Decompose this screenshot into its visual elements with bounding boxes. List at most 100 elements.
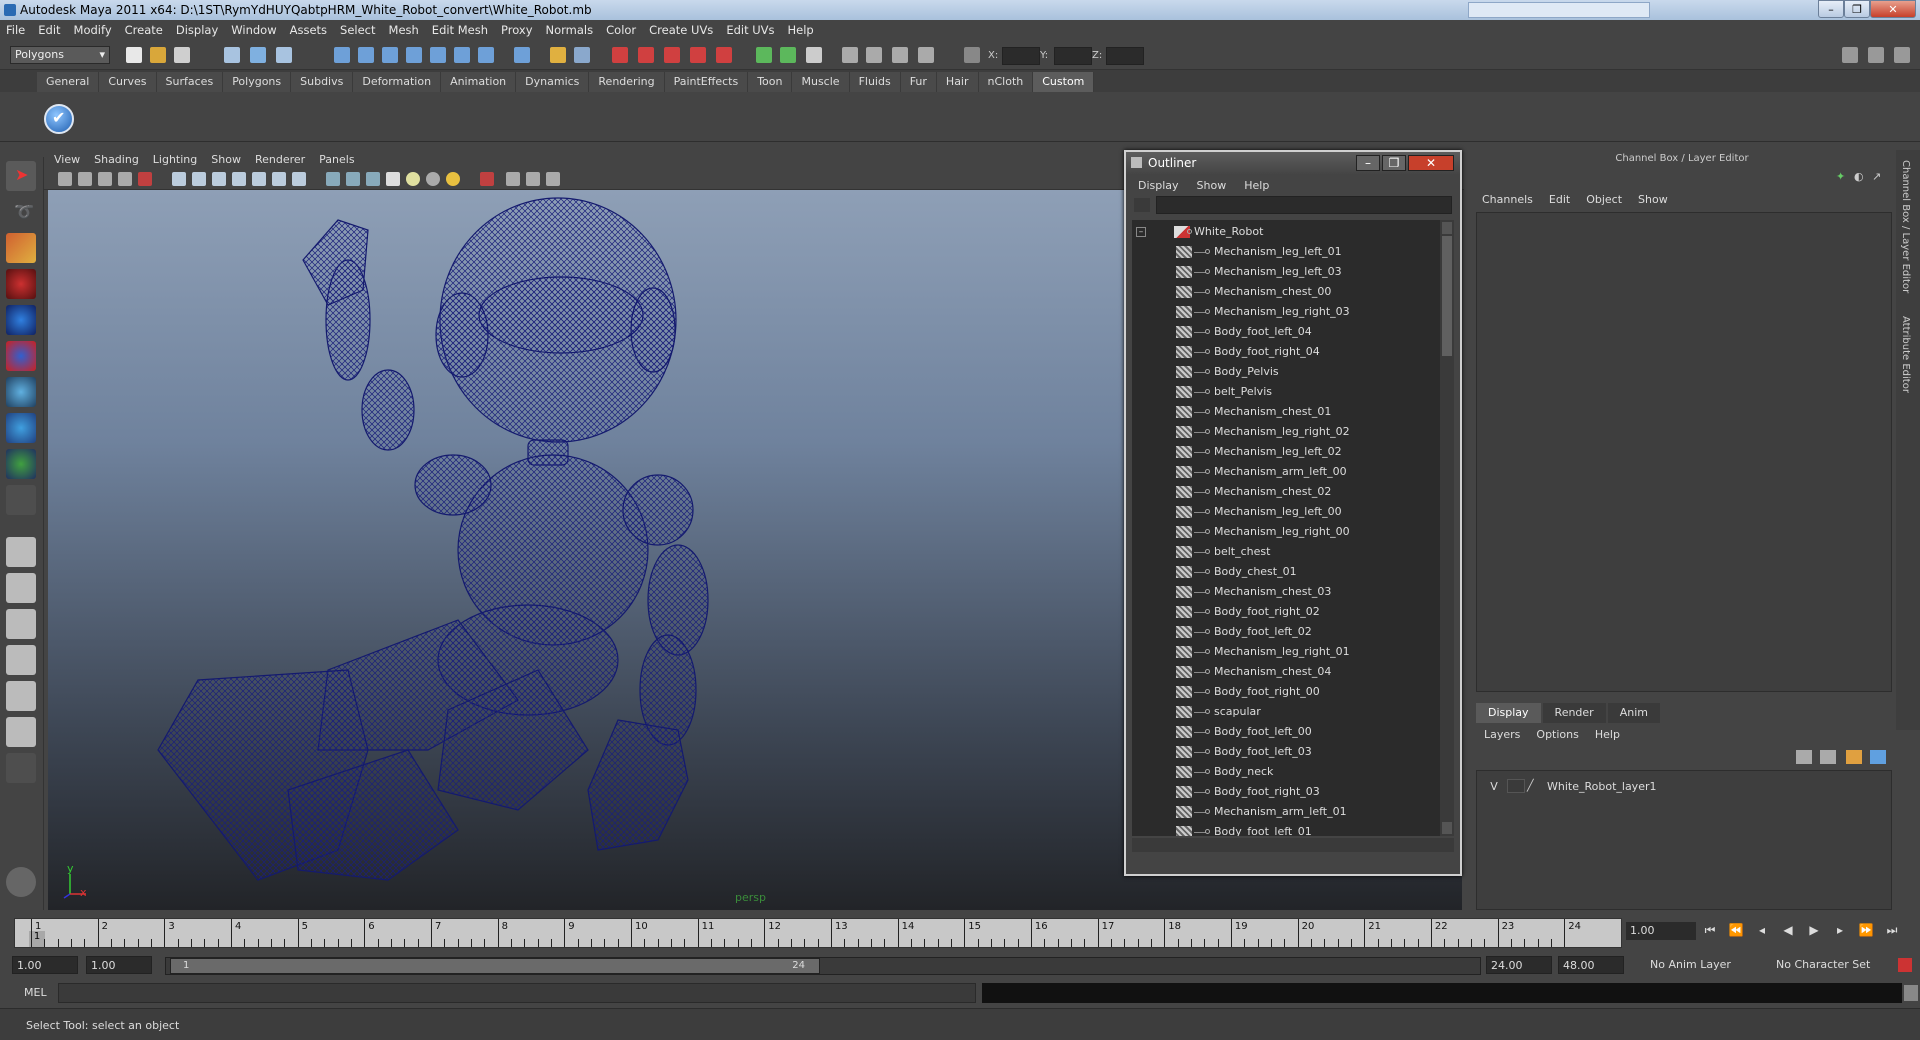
menu-normals[interactable]: Normals bbox=[546, 23, 594, 37]
outliner-item[interactable]: Body_foot_left_03 bbox=[1132, 742, 1432, 762]
shelf-tab-muscle[interactable]: Muscle bbox=[792, 72, 850, 92]
hotbox-icon[interactable] bbox=[6, 867, 36, 897]
menu-create[interactable]: Create bbox=[125, 23, 163, 37]
hypershade-layout-icon[interactable] bbox=[6, 681, 36, 711]
outliner-item[interactable]: Mechanism_chest_04 bbox=[1132, 662, 1432, 682]
soft-mod-tool-icon[interactable] bbox=[6, 413, 36, 443]
collapse-icon[interactable]: – bbox=[1136, 227, 1146, 237]
add-to-layer-icon[interactable] bbox=[1846, 750, 1862, 764]
graph-layout-icon[interactable] bbox=[6, 645, 36, 675]
construction-history-icon[interactable] bbox=[612, 47, 628, 63]
render-frame-icon[interactable] bbox=[638, 47, 654, 63]
scrollbar-thumb[interactable] bbox=[1442, 236, 1452, 356]
outliner-item[interactable]: Mechanism_leg_left_02 bbox=[1132, 442, 1432, 462]
speed-icon[interactable]: ↗ bbox=[1872, 170, 1881, 183]
outliner-item[interactable]: Mechanism_chest_01 bbox=[1132, 402, 1432, 422]
viewport-menu-lighting[interactable]: Lighting bbox=[153, 153, 197, 166]
snap-plane-icon[interactable] bbox=[406, 47, 422, 63]
outliner-menu-help[interactable]: Help bbox=[1244, 179, 1269, 192]
render-settings-icon[interactable] bbox=[690, 47, 706, 63]
outliner-root-item[interactable]: – White_Robot bbox=[1132, 222, 1432, 242]
outliner-close-button[interactable]: ✕ bbox=[1408, 155, 1454, 171]
xray-joints-icon[interactable] bbox=[252, 172, 266, 186]
last-tool-icon[interactable] bbox=[6, 485, 36, 515]
character-set-selector[interactable]: No Character Set bbox=[1756, 956, 1890, 974]
go-to-end-button[interactable]: ⏭ bbox=[1882, 923, 1902, 941]
shelf-tab-rendering[interactable]: Rendering bbox=[589, 72, 665, 92]
key-icon[interactable]: ✦ bbox=[1836, 170, 1845, 183]
maximize-button[interactable]: ❐ bbox=[1844, 0, 1870, 18]
tool-settings-icon[interactable] bbox=[866, 47, 882, 63]
select-object-icon[interactable] bbox=[250, 47, 266, 63]
layer-tab-render[interactable]: Render bbox=[1542, 703, 1606, 723]
layer-tab-display[interactable]: Display bbox=[1476, 703, 1541, 723]
outliner-item[interactable]: Mechanism_chest_00 bbox=[1132, 282, 1432, 302]
render-view-icon[interactable] bbox=[892, 47, 908, 63]
channel-box-icon[interactable] bbox=[842, 47, 858, 63]
menu-mesh[interactable]: Mesh bbox=[389, 23, 419, 37]
channel-box-menu-channels[interactable]: Channels bbox=[1482, 193, 1533, 206]
resolution-gate-icon[interactable] bbox=[480, 172, 494, 186]
outliner-menu-show[interactable]: Show bbox=[1197, 179, 1227, 192]
playback-end-field[interactable]: 24.00 bbox=[1486, 956, 1552, 974]
outliner-item[interactable]: Mechanism_leg_left_01 bbox=[1132, 242, 1432, 262]
select-component-icon[interactable] bbox=[276, 47, 292, 63]
new-layer-icon[interactable] bbox=[1796, 750, 1812, 764]
smooth-shade-icon[interactable] bbox=[192, 172, 206, 186]
outliner-item[interactable]: Body_foot_right_03 bbox=[1132, 782, 1432, 802]
outliner-list[interactable]: – White_Robot Mechanism_leg_left_01 Mecha… bbox=[1132, 220, 1440, 836]
menu-edit[interactable]: Edit bbox=[38, 23, 60, 37]
checkmark-shelf-icon[interactable]: ✔ bbox=[44, 104, 74, 134]
layer-list[interactable]: V ╱ White_Robot_layer1 bbox=[1476, 770, 1892, 910]
side-tab-attribute-editor[interactable]: Attribute Editor bbox=[1900, 316, 1911, 393]
shelf-tab-fur[interactable]: Fur bbox=[900, 72, 937, 92]
outliner-item[interactable]: belt_Pelvis bbox=[1132, 382, 1432, 402]
channel-box-menu-edit[interactable]: Edit bbox=[1549, 193, 1570, 206]
single-pane-layout-icon[interactable] bbox=[6, 537, 36, 567]
snap-live-icon[interactable] bbox=[454, 47, 470, 63]
shelf-tab-animation[interactable]: Animation bbox=[441, 72, 517, 92]
outliner-item[interactable]: Body_chest_01 bbox=[1132, 562, 1432, 582]
viewport-menu-panels[interactable]: Panels bbox=[319, 153, 354, 166]
layer-options-icon[interactable] bbox=[1870, 750, 1886, 764]
snap-curve-icon[interactable] bbox=[358, 47, 374, 63]
playback-start-field[interactable]: 1.00 bbox=[86, 956, 152, 974]
shadows-icon[interactable] bbox=[346, 172, 360, 186]
use-lights-icon[interactable] bbox=[292, 172, 306, 186]
outliner-item[interactable]: Mechanism_arm_left_00 bbox=[1132, 462, 1432, 482]
outliner-menu-display[interactable]: Display bbox=[1138, 179, 1179, 192]
transform-field-icon[interactable] bbox=[964, 47, 980, 63]
snap-point-icon[interactable] bbox=[382, 47, 398, 63]
default-light-icon[interactable] bbox=[446, 172, 460, 186]
isolate-icon[interactable] bbox=[326, 172, 340, 186]
new-scene-icon[interactable] bbox=[126, 47, 142, 63]
outliner-item[interactable]: Mechanism_arm_left_01 bbox=[1132, 802, 1432, 822]
outliner-horizontal-scrollbar[interactable] bbox=[1132, 838, 1454, 852]
outliner-item[interactable]: Mechanism_leg_right_00 bbox=[1132, 522, 1432, 542]
side-tab-channel-box[interactable]: Channel Box / Layer Editor bbox=[1900, 160, 1911, 293]
layer-row[interactable]: V ╱ White_Robot_layer1 bbox=[1485, 777, 1885, 795]
outliner-title-bar[interactable]: Outliner – ❐ ✕ bbox=[1126, 152, 1460, 174]
outliner-item[interactable]: Body_Pelvis bbox=[1132, 362, 1432, 382]
attribute-editor-icon[interactable] bbox=[806, 47, 822, 63]
rotate-tool-icon[interactable] bbox=[6, 305, 36, 335]
shelf-tab-ncloth[interactable]: nCloth bbox=[978, 72, 1034, 92]
channel-box-menu-show[interactable]: Show bbox=[1638, 193, 1668, 206]
scroll-down-icon[interactable] bbox=[1442, 822, 1452, 834]
snap-view-icon[interactable] bbox=[478, 47, 494, 63]
viewport-menu-renderer[interactable]: Renderer bbox=[255, 153, 305, 166]
layer-type-toggle[interactable] bbox=[1507, 779, 1525, 793]
minimize-button[interactable]: – bbox=[1818, 0, 1844, 18]
shelf-tab-surfaces[interactable]: Surfaces bbox=[156, 72, 224, 92]
viewport-menu-show[interactable]: Show bbox=[211, 153, 241, 166]
history-icon[interactable] bbox=[514, 47, 530, 63]
light-bulb-icon[interactable] bbox=[406, 172, 420, 186]
outliner-item[interactable]: Mechanism_chest_02 bbox=[1132, 482, 1432, 502]
layout-menu-icon[interactable] bbox=[6, 753, 36, 783]
lasso-tool-icon[interactable]: ➰ bbox=[6, 197, 36, 227]
snap-grid-icon[interactable] bbox=[334, 47, 350, 63]
wireframe-on-shaded-icon[interactable] bbox=[212, 172, 226, 186]
outliner-item[interactable]: Body_foot_left_02 bbox=[1132, 622, 1432, 642]
bookmark-icon[interactable] bbox=[98, 172, 112, 186]
safe-action-icon[interactable] bbox=[526, 172, 540, 186]
